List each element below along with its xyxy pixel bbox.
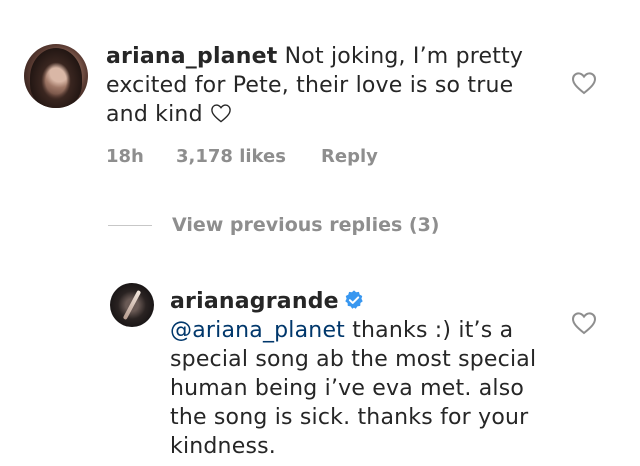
avatar-arianagrande[interactable] [110,283,154,327]
comment-meta: 18h 3,178 likes Reply [106,146,378,167]
comment-username[interactable]: ariana_planet [106,44,277,69]
view-replies-label[interactable]: View previous replies (3) [172,214,439,236]
comment-timestamp: 18h [106,146,144,167]
replies-divider [108,224,152,226]
likes-count-link[interactable]: 3,178 likes [176,146,321,167]
avatar-ariana-planet[interactable] [24,44,88,108]
verified-badge-icon [345,290,363,309]
reply-button[interactable]: Reply [321,146,378,167]
comment-body: ariana_planet Not joking, I’m pretty exc… [106,42,556,129]
reply-body: arianagrande @ariana_planet thanks :) it… [170,287,560,461]
reply-username[interactable]: arianagrande [170,289,339,314]
mention-link[interactable]: @ariana_planet [170,318,345,343]
like-heart-icon[interactable] [571,311,597,335]
heart-outline-icon [211,104,231,123]
view-previous-replies[interactable]: View previous replies (3) [108,214,439,236]
like-heart-icon[interactable] [571,71,597,95]
avatar-image [30,48,82,108]
avatar-image [122,289,142,321]
